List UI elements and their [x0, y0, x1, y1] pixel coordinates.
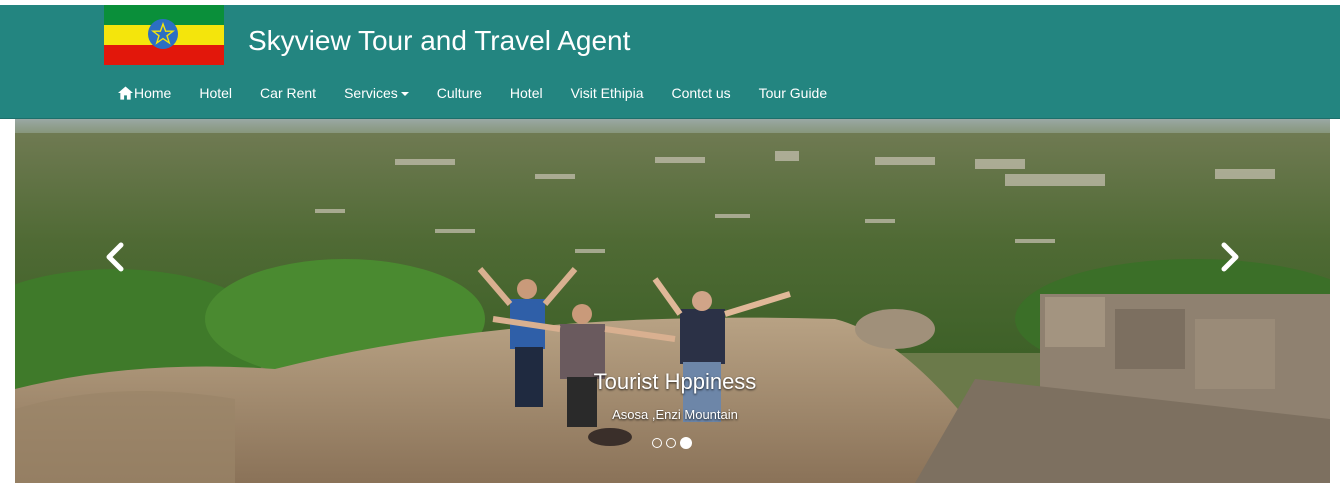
chevron-left-icon	[106, 242, 124, 272]
top-navbar: Skyview Tour and Travel Agent Home Hotel…	[0, 5, 1340, 119]
nav-item-hotel[interactable]: Hotel	[185, 79, 246, 107]
star-emblem-icon	[148, 19, 178, 49]
nav-item-contact-us[interactable]: Contct us	[658, 79, 745, 107]
nav-item-car-rent[interactable]: Car Rent	[246, 79, 330, 107]
carousel-next-button[interactable]	[1210, 237, 1250, 277]
caret-down-icon	[400, 92, 409, 96]
carousel-prev-button[interactable]	[95, 237, 135, 277]
carousel-indicator-3-active[interactable]	[680, 437, 692, 449]
nav-item-label: Visit Ethipia	[570, 85, 644, 101]
main-menu: Home Hotel Car Rent Services Culture Hot…	[104, 79, 841, 107]
carousel-indicator-2[interactable]	[666, 438, 676, 448]
carousel-indicator-1[interactable]	[652, 438, 662, 448]
image-carousel: Tourist Hppiness Asosa ,Enzi Mountain	[15, 119, 1330, 483]
nav-item-hotel-2[interactable]: Hotel	[496, 79, 557, 107]
home-icon	[118, 86, 133, 100]
nav-item-home[interactable]: Home	[104, 79, 185, 107]
carousel-indicators	[652, 437, 692, 449]
nav-item-label: Car Rent	[260, 85, 317, 101]
nav-item-tour-guide[interactable]: Tour Guide	[745, 79, 841, 107]
carousel-slide-photo	[15, 119, 1330, 483]
nav-item-label: Services	[344, 85, 398, 101]
nav-item-label: Hotel	[199, 85, 233, 101]
nav-item-services-dropdown[interactable]: Services	[330, 79, 423, 107]
brand-title[interactable]: Skyview Tour and Travel Agent	[248, 23, 630, 59]
nav-item-label: Culture	[436, 85, 482, 101]
nav-item-culture[interactable]: Culture	[423, 79, 496, 107]
chevron-right-icon	[1221, 242, 1239, 272]
nav-item-label: Contct us	[671, 85, 731, 101]
nav-item-label: Home	[134, 85, 172, 101]
carousel-caption-subtitle: Asosa ,Enzi Mountain	[612, 407, 738, 422]
nav-item-label: Tour Guide	[758, 85, 828, 101]
carousel-caption-title: Tourist Hppiness	[593, 369, 757, 394]
nav-item-label: Hotel	[509, 85, 543, 101]
ethiopia-flag-logo[interactable]	[104, 5, 224, 65]
nav-item-visit-ethiopia[interactable]: Visit Ethipia	[557, 79, 658, 107]
